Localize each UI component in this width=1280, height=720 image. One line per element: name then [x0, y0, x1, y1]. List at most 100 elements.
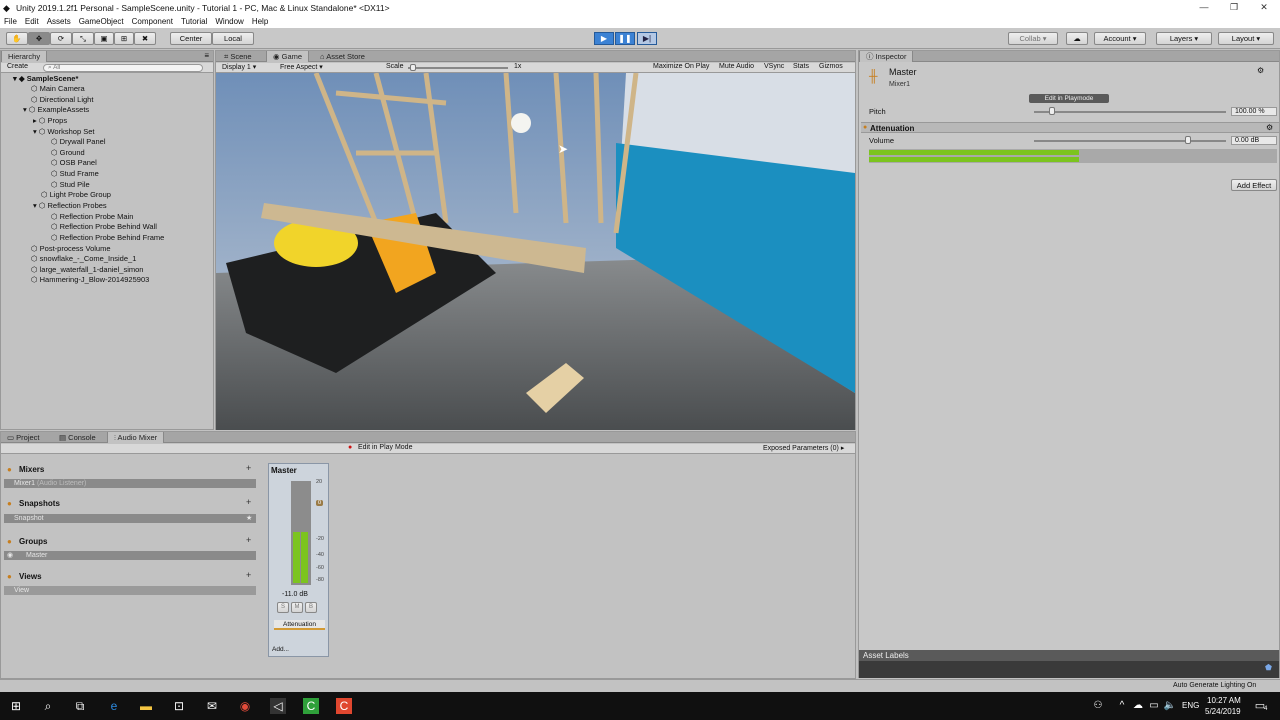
edit-in-playmode-button[interactable]: Edit in Playmode	[1029, 94, 1109, 103]
tree-item[interactable]: ⬡ large_waterfall_1-daniel_simon	[31, 265, 143, 274]
tab-game[interactable]: ◉ Game	[266, 51, 310, 62]
custom-tool-icon[interactable]: ✖	[134, 32, 156, 45]
tree-item[interactable]: ⬡ Hammering-J_Blow-2014925903	[31, 275, 149, 284]
display-dropdown[interactable]: Display 1 ▾	[222, 63, 256, 71]
tree-item[interactable]: ⬡ snowflake_-_Come_Inside_1	[31, 254, 136, 263]
pitch-slider[interactable]	[1034, 111, 1226, 113]
minimize-icon[interactable]: —	[1188, 0, 1220, 15]
mute-button[interactable]: M	[291, 602, 303, 613]
tree-item[interactable]: ▾ ⬡ Reflection Probes	[33, 201, 107, 210]
snapshot-row[interactable]: Snapshot ★	[4, 514, 256, 523]
layers-button[interactable]: Layers ▾	[1156, 32, 1212, 45]
tree-item[interactable]: ⬡ Main Camera	[31, 84, 85, 93]
attenuation-header[interactable]: ● Attenuation ⚙	[861, 122, 1279, 133]
menu-gameobject[interactable]: GameObject	[79, 17, 124, 26]
people-icon[interactable]: ⚇	[1090, 698, 1106, 714]
windows-start-icon[interactable]: ⊞	[8, 698, 24, 714]
close-icon[interactable]: ✕	[1248, 0, 1280, 15]
tree-item[interactable]: ⬡ Reflection Probe Behind Frame	[51, 233, 164, 242]
maximize-on-play-toggle[interactable]: Maximize On Play	[653, 63, 709, 70]
clock-date[interactable]: 5/24/2019	[1205, 707, 1241, 716]
tree-item[interactable]: ⬡ Reflection Probe Main	[51, 212, 133, 221]
pivot-center-button[interactable]: Center	[170, 32, 212, 45]
add-mixer-icon[interactable]: +	[246, 463, 251, 473]
tree-item[interactable]: ▾ ⬡ ExampleAssets	[23, 105, 89, 114]
onedrive-icon[interactable]: ☁	[1130, 698, 1146, 714]
tree-item[interactable]: ⬡ Directional Light	[31, 95, 93, 104]
volume-icon[interactable]: 🔈	[1162, 698, 1178, 714]
store-icon[interactable]: ⊡	[171, 698, 187, 714]
account-button[interactable]: Account ▾	[1094, 32, 1146, 45]
file-explorer-icon[interactable]: ▬	[138, 698, 154, 714]
unity-icon[interactable]: ◁	[270, 698, 286, 714]
collab-button[interactable]: Collab ▾	[1008, 32, 1058, 45]
tab-hierarchy[interactable]: Hierarchy	[1, 51, 48, 62]
attenuation-effect-slot[interactable]: Attenuation	[274, 620, 325, 630]
tab-audio-mixer[interactable]: ⫶ Audio Mixer	[107, 432, 165, 443]
stats-toggle[interactable]: Stats	[793, 63, 809, 70]
pitch-value-field[interactable]: 100.00 %	[1231, 107, 1277, 116]
tree-item[interactable]: ⬡ Drywall Panel	[51, 137, 106, 146]
group-row[interactable]: ◉ Master	[4, 551, 256, 560]
language-indicator[interactable]: ENG	[1182, 701, 1199, 710]
move-tool-icon[interactable]: ✥	[28, 32, 50, 45]
rect-tool-icon[interactable]: ▣	[94, 32, 114, 45]
eye-icon[interactable]: ◉	[7, 551, 13, 560]
bypass-button[interactable]: B	[305, 602, 317, 613]
menu-component[interactable]: Component	[132, 17, 173, 26]
tree-item[interactable]: ⬡ Light Probe Group	[41, 190, 111, 199]
add-snapshot-icon[interactable]: +	[246, 497, 251, 507]
attenuation-settings-icon[interactable]: ⚙	[1266, 123, 1273, 132]
master-channel-strip[interactable]: Master 20 0 -20 -40 -60 -80 -11.0 dB S M…	[268, 463, 329, 657]
tag-icon[interactable]: ⬟	[1265, 663, 1272, 672]
tree-item[interactable]: ⬡ OSB Panel	[51, 158, 97, 167]
scale-slider-thumb[interactable]	[410, 64, 416, 71]
gizmos-toggle[interactable]: Gizmos	[819, 63, 843, 70]
camtasia-green-icon[interactable]: C	[303, 698, 319, 714]
tree-item[interactable]: ⬡ Reflection Probe Behind Wall	[51, 222, 157, 231]
tree-item-scene[interactable]: ▾ ◆ SampleScene*	[13, 74, 78, 83]
tree-item[interactable]: ⬡ Ground	[51, 148, 85, 157]
menu-help[interactable]: Help	[252, 17, 268, 26]
volume-slider-thumb[interactable]	[1185, 136, 1191, 144]
menu-file[interactable]: File	[4, 17, 17, 26]
tree-item[interactable]: ⬡ Post-process Volume	[31, 244, 111, 253]
star-icon[interactable]: ★	[246, 514, 252, 523]
mute-audio-toggle[interactable]: Mute Audio	[719, 63, 754, 70]
tray-chevron-icon[interactable]: ^	[1114, 698, 1130, 714]
scale-slider[interactable]	[408, 67, 508, 69]
layout-button[interactable]: Layout ▾	[1218, 32, 1274, 45]
mail-icon[interactable]: ✉	[204, 698, 220, 714]
hand-tool-icon[interactable]: ✋	[6, 32, 28, 45]
tab-scene[interactable]: ⌗ Scene	[218, 51, 258, 62]
add-group-icon[interactable]: +	[246, 535, 251, 545]
aspect-dropdown[interactable]: Free Aspect ▾	[280, 63, 323, 71]
clock-time[interactable]: 10:27 AM	[1207, 696, 1241, 705]
menu-tutorial[interactable]: Tutorial	[181, 17, 207, 26]
add-effect-button[interactable]: Add Effect	[1231, 179, 1277, 191]
hierarchy-search-input[interactable]: ⌕ All	[43, 64, 203, 72]
menu-window[interactable]: Window	[215, 17, 243, 26]
chrome-icon[interactable]: ◉	[237, 698, 253, 714]
maximize-icon[interactable]: ❐	[1218, 0, 1250, 15]
play-button[interactable]: ▶	[594, 32, 614, 45]
tab-asset-store[interactable]: ⌂ Asset Store	[314, 51, 371, 62]
step-button[interactable]: ▶|	[637, 32, 657, 45]
menu-edit[interactable]: Edit	[25, 17, 39, 26]
exposed-parameters-dropdown[interactable]: Exposed Parameters (0) ▸	[763, 444, 844, 452]
tree-item[interactable]: ▸ ⬡ Props	[33, 116, 67, 125]
transform-tool-icon[interactable]: ⊞	[114, 32, 134, 45]
volume-value-field[interactable]: 0.00 dB	[1231, 136, 1277, 145]
rotate-tool-icon[interactable]: ⟳	[50, 32, 72, 45]
add-view-icon[interactable]: +	[246, 570, 251, 580]
scale-tool-icon[interactable]: ⤡	[72, 32, 94, 45]
mixer-row[interactable]: Mixer1 (Audio Listener)	[4, 479, 256, 488]
task-view-icon[interactable]: ⧉	[72, 698, 88, 714]
vsync-toggle[interactable]: VSync	[764, 63, 784, 70]
tab-console[interactable]: ▤ Console	[53, 432, 102, 443]
tab-project[interactable]: ▭ Project	[1, 432, 46, 443]
tree-item[interactable]: ⬡ Stud Pile	[51, 180, 90, 189]
network-icon[interactable]: ▭	[1146, 698, 1162, 714]
cloud-icon[interactable]: ☁	[1066, 32, 1088, 45]
search-icon[interactable]: ⌕	[40, 698, 56, 714]
